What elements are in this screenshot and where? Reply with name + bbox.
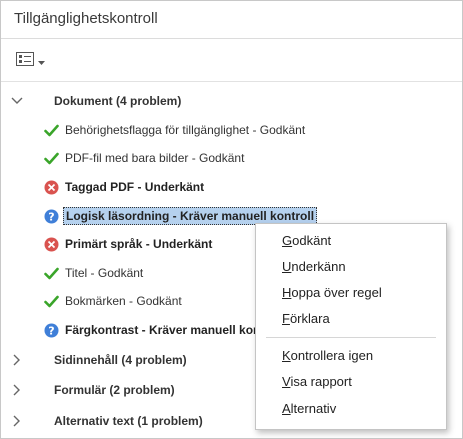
group-label: Dokument (4 problem) [54, 94, 182, 108]
chevron-right-icon[interactable] [10, 414, 24, 428]
panel-title: Tillgänglighetskontroll [14, 10, 158, 27]
tree-item-label: Bokmärken - Godkänt [65, 294, 182, 308]
tree-item-label: Primärt språk - Underkänt [65, 237, 213, 251]
menu-item-options[interactable]: Alternativ [282, 398, 336, 420]
question-circle-icon: ? [44, 323, 59, 338]
svg-text:?: ? [48, 210, 54, 223]
tree-item[interactable]: Behörighetsflagga för tillgänglighet - G… [44, 118, 305, 142]
tree-item-label: Taggad PDF - Underkänt [65, 180, 205, 194]
tree-item[interactable]: Titel - Godkänt [44, 261, 143, 285]
caret-down-icon [38, 52, 45, 70]
chevron-right-icon[interactable] [10, 353, 24, 367]
group-label: Formulär (2 problem) [54, 383, 175, 397]
title-divider [1, 38, 462, 39]
check-icon [44, 123, 59, 138]
tree-item-label: Titel - Godkänt [65, 266, 144, 280]
group-label: Sidinnehåll (4 problem) [54, 353, 187, 367]
tree-item[interactable]: ? Färgkontrast - Kräver manuell kontroll [44, 318, 283, 342]
chevron-right-icon[interactable] [10, 383, 24, 397]
error-circle-icon [44, 180, 59, 195]
toolbar-divider [1, 81, 462, 82]
chevron-down-icon[interactable] [10, 94, 24, 108]
tree-item[interactable]: Primärt språk - Underkänt [44, 232, 212, 256]
check-icon [44, 266, 59, 281]
tree-item[interactable]: Taggad PDF - Underkänt [44, 175, 204, 199]
svg-text:?: ? [48, 324, 54, 337]
check-icon [44, 151, 59, 166]
menu-item-passed[interactable]: Godkänt [282, 230, 331, 252]
menu-item-fail[interactable]: Underkänn [282, 256, 346, 278]
tree-item-label: Behörighetsflagga för tillgänglighet - G… [65, 123, 306, 137]
menu-item-show-report[interactable]: Visa rapport [282, 371, 352, 393]
tree-item[interactable]: PDF-fil med bara bilder - Godkänt [44, 146, 244, 170]
tree-item[interactable]: Bokmärken - Godkänt [44, 289, 182, 313]
error-circle-icon [44, 237, 59, 252]
menu-divider [266, 337, 436, 338]
menu-item-skip-rule[interactable]: Hoppa över regel [282, 282, 382, 304]
check-icon [44, 294, 59, 309]
group-label: Alternativ text (1 problem) [54, 414, 203, 428]
tree-item-label: Färgkontrast - Kräver manuell kontroll [65, 323, 284, 337]
menu-item-explain[interactable]: Förklara [282, 308, 330, 330]
menu-item-check-again[interactable]: Kontrollera igen [282, 345, 373, 367]
list-options-icon [16, 51, 34, 71]
tree-item-label: PDF-fil med bara bilder - Godkänt [65, 151, 245, 165]
question-circle-icon: ? [44, 209, 59, 224]
context-menu: Godkänt Underkänn Hoppa över regel Förklara… [255, 223, 447, 430]
options-menu-button[interactable] [16, 51, 48, 71]
